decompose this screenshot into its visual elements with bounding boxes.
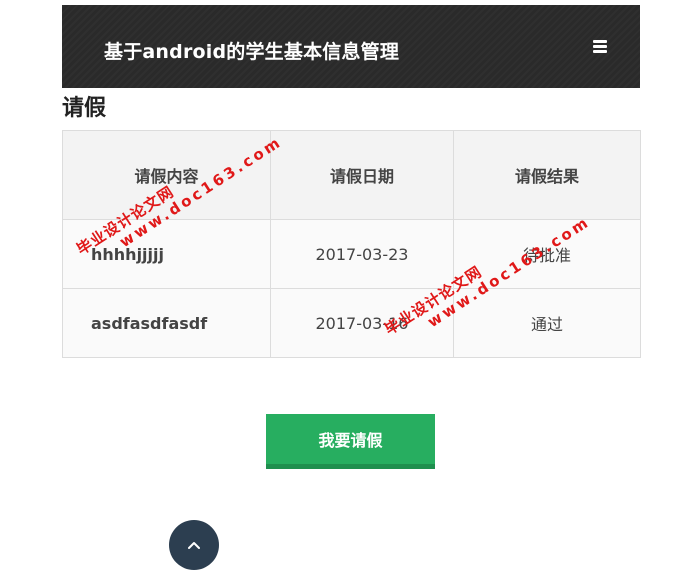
leave-result-cell: 待批准 <box>453 219 641 289</box>
menu-icon-bar <box>593 50 607 53</box>
column-header-date: 请假日期 <box>270 130 454 220</box>
request-leave-button[interactable]: 我要请假 <box>266 414 435 469</box>
chevron-up-icon <box>188 542 200 549</box>
leave-date-cell: 2017-03-23 <box>270 219 454 289</box>
column-header-content: 请假内容 <box>62 130 271 220</box>
app-title: 基于android的学生基本信息管理 <box>104 41 400 63</box>
column-header-result: 请假结果 <box>453 130 641 220</box>
menu-icon-bar <box>593 40 607 43</box>
page-title: 请假 <box>62 96 107 121</box>
table-row: asdfasdfasdf 2017-03-16 通过 <box>62 288 641 358</box>
leave-result-cell: 通过 <box>453 288 641 358</box>
leave-date-cell: 2017-03-16 <box>270 288 454 358</box>
hamburger-menu-icon[interactable] <box>593 40 607 53</box>
scroll-to-top-button[interactable] <box>169 520 219 570</box>
table-header-row: 请假内容 请假日期 请假结果 <box>62 130 641 220</box>
top-navbar: 基于android的学生基本信息管理 <box>62 5 640 88</box>
leave-content-cell: hhhhjjjjj <box>62 219 271 289</box>
menu-icon-bar <box>593 45 607 48</box>
table-row: hhhhjjjjj 2017-03-23 待批准 <box>62 219 641 289</box>
leave-content-cell: asdfasdfasdf <box>62 288 271 358</box>
leave-table: 请假内容 请假日期 请假结果 hhhhjjjjj 2017-03-23 待批准 … <box>62 130 641 358</box>
